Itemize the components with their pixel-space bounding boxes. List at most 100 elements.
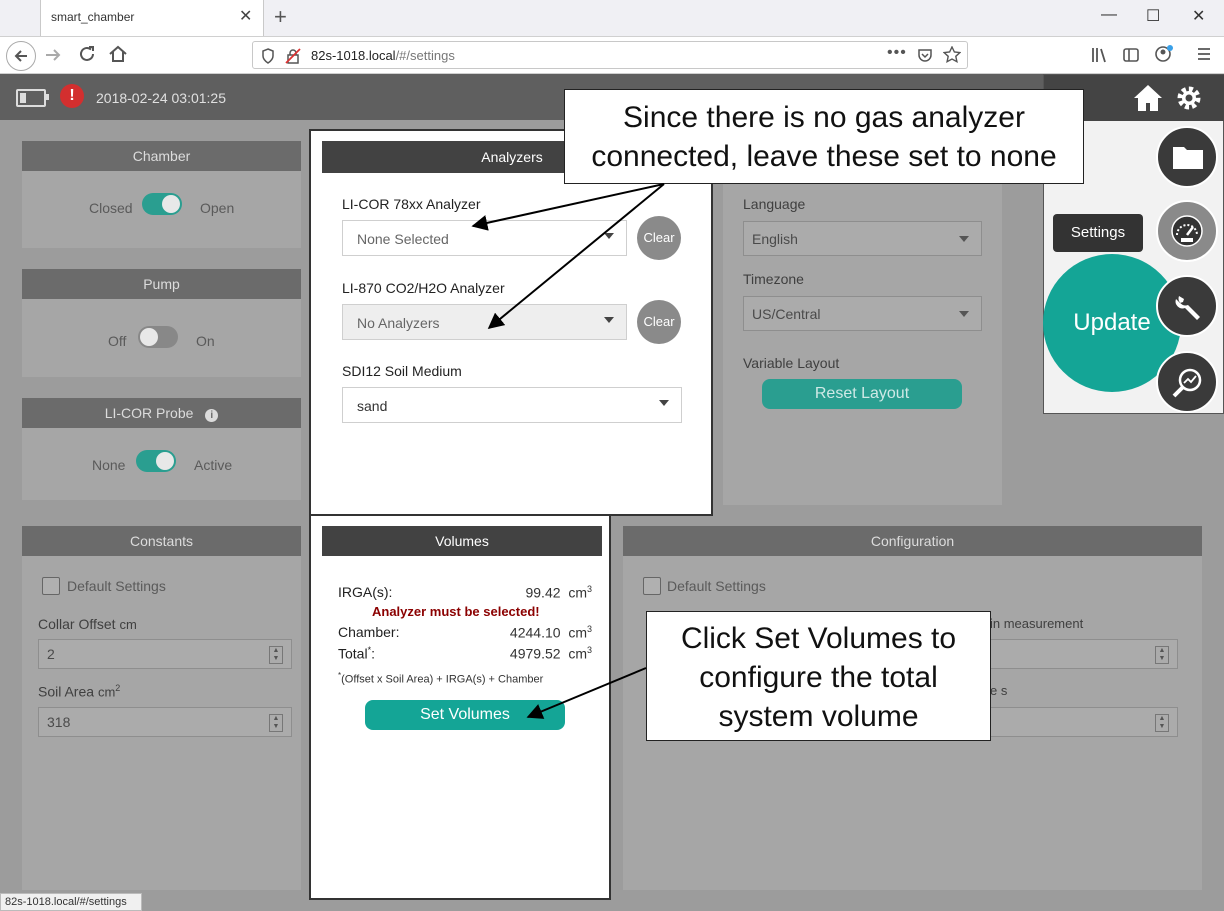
general-settings-panel: Language English Timezone US/Central Var…: [723, 141, 1002, 505]
stepper-icon[interactable]: ▲ ▼: [1155, 714, 1169, 732]
constants-default-checkbox[interactable]: [42, 577, 60, 595]
folder-button[interactable]: [1156, 126, 1218, 188]
soil-area-value: 318: [47, 714, 71, 730]
gauge-icon: [1171, 215, 1203, 247]
timezone-value: US/Central: [752, 306, 821, 322]
chamber-panel-title: Chamber: [22, 141, 301, 171]
reload-icon[interactable]: [78, 45, 96, 63]
toggle-knob: [156, 452, 174, 470]
total-volume-label: Total*:: [338, 645, 375, 662]
chamber-open-label: Open: [200, 200, 235, 216]
gear-icon[interactable]: [1174, 83, 1204, 113]
total-volume-number: 4979.52: [509, 645, 561, 662]
chevron-down-icon: [959, 311, 969, 317]
new-tab-button[interactable]: +: [274, 4, 287, 30]
browser-tab[interactable]: smart_chamber ✕: [40, 0, 264, 36]
pump-panel: Pump Off On: [22, 269, 301, 377]
variable-layout-label: Variable Layout: [743, 355, 840, 371]
soil-medium-value: sand: [357, 398, 388, 414]
pump-panel-title: Pump: [22, 269, 301, 299]
li870-label: LI-870 CO2/H2O Analyzer: [342, 280, 505, 296]
annotation-line: connected, leave these set to none: [591, 140, 1057, 173]
chamber-toggle[interactable]: [142, 193, 182, 215]
total-colon: :: [371, 645, 375, 662]
pocket-icon[interactable]: [917, 47, 933, 63]
li870-select[interactable]: No Analyzers: [342, 304, 627, 340]
datetime-display: 2018-02-24 03:01:25: [96, 90, 226, 106]
analyzers-panel: Analyzers LI-COR 78xx Analyzer None Sele…: [322, 141, 702, 506]
account-icon[interactable]: [1154, 44, 1174, 64]
soil-medium-label: SDI12 Soil Medium: [342, 363, 462, 379]
minimize-button[interactable]: —: [1101, 6, 1117, 24]
timezone-select[interactable]: US/Central: [743, 296, 982, 331]
insecure-lock-icon[interactable]: [285, 48, 301, 64]
licor78-select[interactable]: None Selected: [342, 220, 627, 256]
set-volumes-button[interactable]: Set Volumes: [365, 700, 565, 730]
chevron-down-icon: [604, 233, 614, 239]
analyzers-highlight-frame: Analyzers LI-COR 78xx Analyzer None Sele…: [309, 129, 713, 516]
url-bar[interactable]: 82s-1018.local/#/settings •••: [252, 41, 968, 69]
total-label-text: Total: [338, 645, 368, 662]
configuration-default-checkbox[interactable]: [643, 577, 661, 595]
licor-probe-title: LI-COR Probe: [104, 405, 194, 421]
collar-offset-input[interactable]: 2 ▲ ▼: [38, 639, 292, 669]
collar-offset-value: 2: [47, 646, 55, 662]
stepper-icon[interactable]: ▲ ▼: [1155, 646, 1169, 664]
back-button[interactable]: [6, 41, 36, 71]
configuration-default-label: Default Settings: [667, 578, 766, 594]
probe-active-label: Active: [194, 457, 233, 473]
forward-arrow-icon[interactable]: [44, 47, 62, 63]
volumes-panel-title: Volumes: [322, 526, 602, 556]
soil-area-input[interactable]: 318 ▲ ▼: [38, 707, 292, 737]
diagnostics-button[interactable]: [1156, 351, 1218, 413]
settings-gauge-button[interactable]: [1156, 200, 1218, 262]
config-field-label-partial: in measurement: [990, 616, 1084, 631]
li870-clear-button[interactable]: Clear: [637, 300, 681, 344]
unit-sup: 3: [586, 624, 592, 634]
more-actions-icon[interactable]: •••: [887, 44, 907, 62]
reset-layout-button[interactable]: Reset Layout: [762, 379, 962, 409]
tab-title: smart_chamber: [51, 10, 135, 24]
close-tab-icon[interactable]: ✕: [239, 6, 252, 26]
stepper-icon[interactable]: ▲ ▼: [269, 646, 283, 664]
home-icon[interactable]: [1132, 83, 1164, 113]
close-window-button[interactable]: ✕: [1192, 6, 1205, 26]
maximize-button[interactable]: ☐: [1146, 6, 1160, 26]
probe-toggle[interactable]: [136, 450, 176, 472]
footnote-text: (Offset x Soil Area) + IRGA(s) + Chamber: [341, 673, 544, 686]
configuration-panel-title: Configuration: [623, 526, 1202, 556]
irga-label: IRGA(s):: [338, 584, 393, 600]
config-field-1-input[interactable]: ▲ ▼: [990, 639, 1178, 669]
browser-nav-bar: 82s-1018.local/#/settings •••: [0, 37, 1224, 74]
info-icon[interactable]: i: [205, 409, 219, 422]
alert-icon[interactable]: !: [60, 84, 84, 108]
url-host: 82s-1018.local: [311, 48, 396, 63]
folder-icon: [1173, 147, 1203, 169]
language-label: Language: [743, 196, 806, 212]
home-icon[interactable]: [108, 45, 128, 63]
annotation-line: system volume: [718, 700, 919, 733]
soil-area-unit-sup: 2: [115, 683, 121, 693]
sidebar-icon[interactable]: [1122, 46, 1140, 64]
shield-icon[interactable]: [261, 48, 275, 64]
bookmark-star-icon[interactable]: [943, 46, 961, 64]
tools-button[interactable]: [1156, 275, 1218, 337]
settings-tooltip: Settings: [1053, 214, 1143, 252]
soil-medium-select[interactable]: sand: [342, 387, 682, 423]
chamber-volume-value: 4244.10 cm3: [510, 624, 592, 641]
annotation-volumes-note: Click Set Volumes to configure the total…: [646, 611, 991, 741]
config-field-2-input[interactable]: ▲ ▼: [990, 707, 1178, 737]
chamber-closed-label: Closed: [89, 200, 133, 216]
library-icon[interactable]: [1090, 46, 1108, 64]
unit: cm: [568, 645, 587, 662]
licor78-clear-button[interactable]: Clear: [637, 216, 681, 260]
language-value: English: [752, 231, 798, 247]
stepper-icon[interactable]: ▲ ▼: [269, 714, 283, 732]
pump-toggle[interactable]: [138, 326, 178, 348]
constants-panel: Constants Default Settings Collar Offset…: [22, 526, 301, 890]
hamburger-menu-icon[interactable]: [1196, 46, 1212, 62]
config-field-2-label-partial: e s: [990, 683, 1008, 698]
language-select[interactable]: English: [743, 221, 982, 256]
annotation-line: configure the total: [699, 661, 938, 694]
timezone-label: Timezone: [743, 271, 804, 287]
